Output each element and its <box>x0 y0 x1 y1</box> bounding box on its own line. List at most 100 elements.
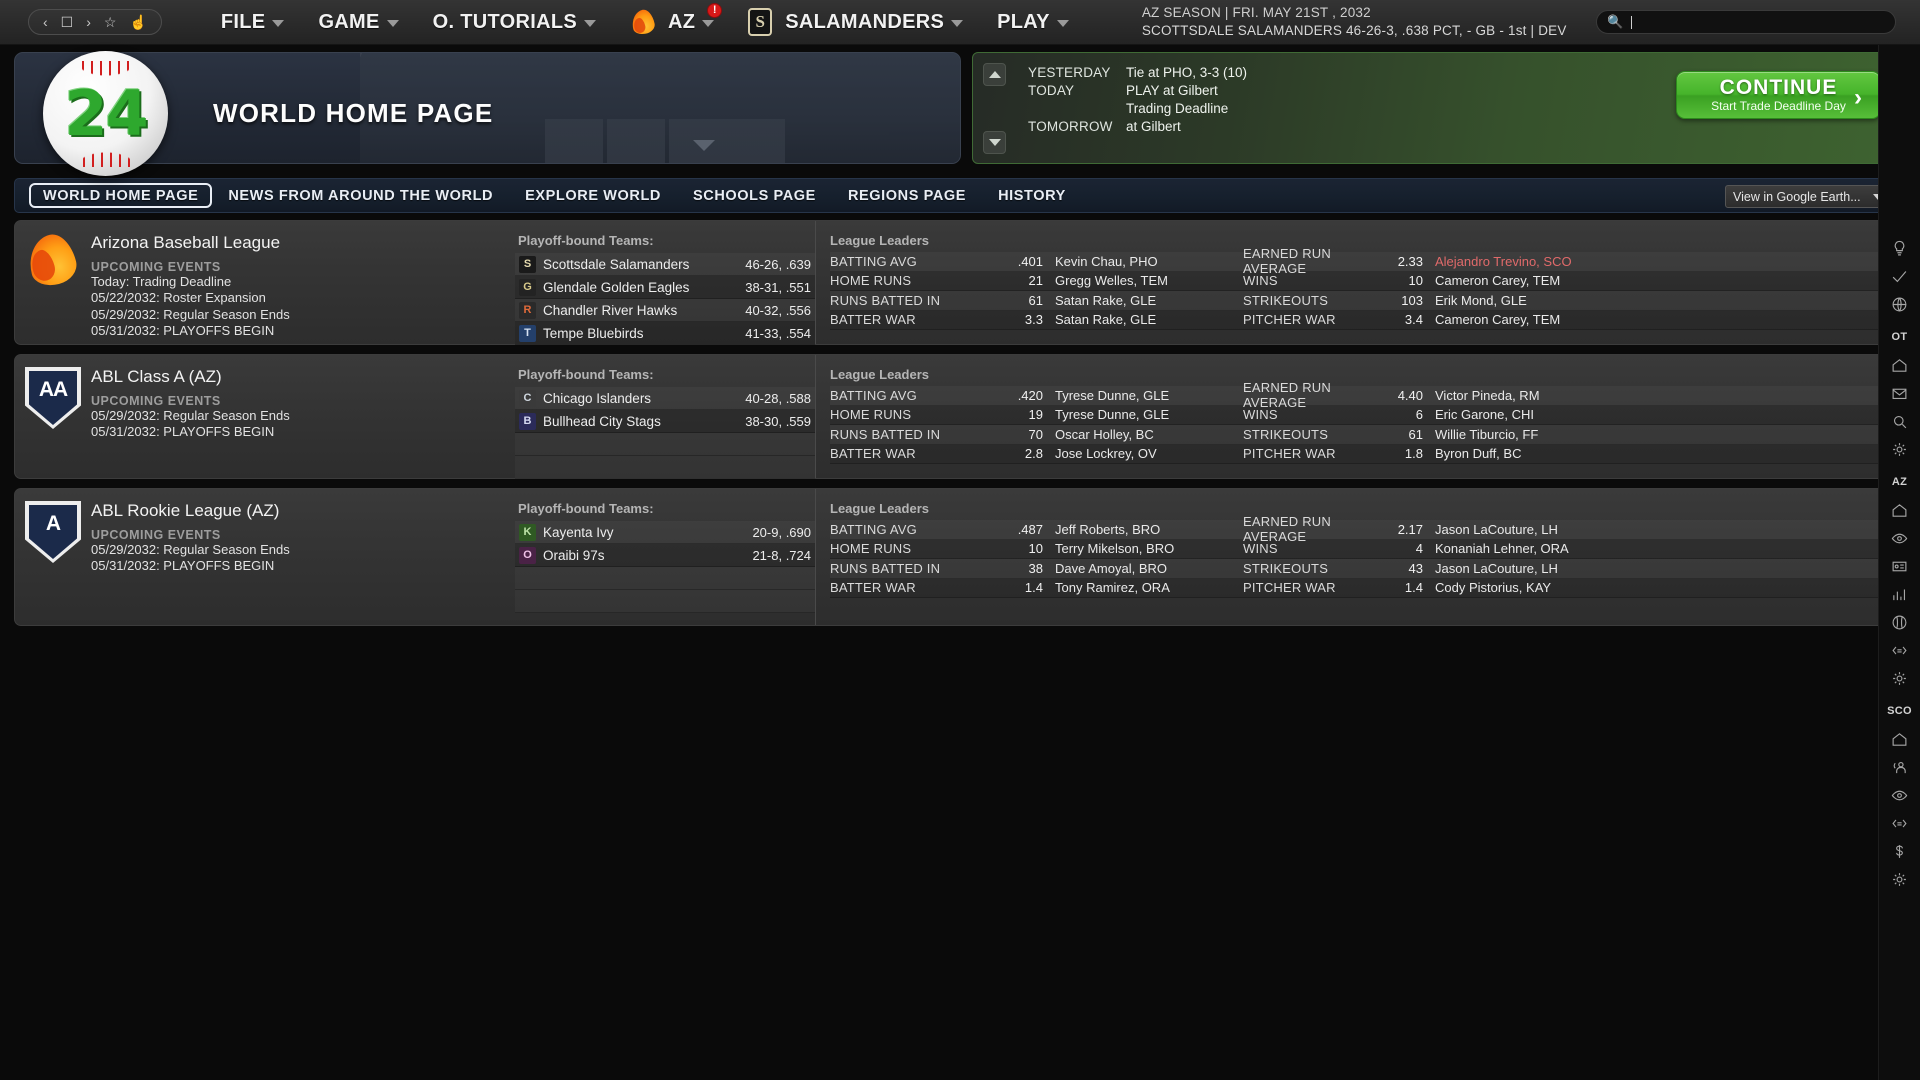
chart-icon[interactable] <box>1885 581 1915 607</box>
leader-player[interactable]: Tyrese Dunne, GLE <box>1043 407 1243 422</box>
continue-button[interactable]: CONTINUE Start Trade Deadline Day › <box>1676 71 1881 119</box>
table-row[interactable]: T Tempe Bluebirds 41-33, .554 <box>515 322 815 345</box>
table-row[interactable]: R Chandler River Hawks 40-32, .556 <box>515 299 815 322</box>
leader-player[interactable]: Jason LaCouture, LH <box>1423 522 1558 537</box>
menu-salamanders[interactable]: S SALAMANDERS <box>731 0 980 45</box>
menu-file[interactable]: FILE <box>204 0 302 45</box>
leader-player[interactable]: Cody Pistorius, KAY <box>1423 580 1551 595</box>
home-icon[interactable] <box>1885 497 1915 523</box>
table-row[interactable]: K Kayenta Ivy 20-9, .690 <box>515 521 815 544</box>
team-record: 46-26, .639 <box>745 256 811 272</box>
team-record: 21-8, .724 <box>752 547 811 563</box>
tab-world-home-page[interactable]: WORLD HOME PAGE <box>29 183 213 208</box>
home-icon[interactable] <box>1885 726 1915 752</box>
search-icon[interactable] <box>1885 408 1915 434</box>
leader-player[interactable]: Byron Duff, BC <box>1423 446 1521 461</box>
lightbulb-icon[interactable] <box>1885 235 1915 261</box>
table-row[interactable]: B Bullhead City Stags 38-30, .559 <box>515 410 815 433</box>
leader-player[interactable]: Oscar Holley, BC <box>1043 427 1243 442</box>
leader-player[interactable]: Tyrese Dunne, GLE <box>1043 388 1243 403</box>
shield-label: A <box>45 512 61 535</box>
forward-arrow-icon[interactable]: › <box>86 15 91 29</box>
leader-category: RUNS BATTED IN <box>830 560 941 576</box>
tab-regions-page[interactable]: REGIONS PAGE <box>832 184 982 208</box>
chevron-down-icon <box>1056 20 1069 27</box>
table-row: BATTER WAR 1.4 Tony Ramirez, ORA PITCHER… <box>830 578 1905 598</box>
menu-label: O. TUTORIALS <box>432 10 577 33</box>
table-row[interactable]: O Oraibi 97s 21-8, .724 <box>515 544 815 567</box>
leader-player[interactable]: Victor Pineda, RM <box>1423 388 1540 403</box>
league-event: 05/31/2032: PLAYOFFS BEGIN <box>91 323 275 339</box>
menu-az[interactable]: AZ ! <box>613 0 731 45</box>
team-record: 41-33, .554 <box>745 325 811 341</box>
tab-schools-page[interactable]: SCHOOLS PAGE <box>677 184 832 208</box>
dollar-icon[interactable] <box>1885 838 1915 864</box>
continue-label: CONTINUE <box>1719 76 1838 99</box>
leader-value: 103 <box>1401 292 1423 308</box>
leader-player[interactable]: Kevin Chau, PHO <box>1043 254 1243 269</box>
trade-icon[interactable] <box>1885 637 1915 663</box>
leader-player[interactable]: Cameron Carey, TEM <box>1423 273 1560 288</box>
sidebar-group-az[interactable]: AZ <box>1885 469 1915 495</box>
table-row[interactable]: S Scottsdale Salamanders 46-26, .639 <box>515 253 815 276</box>
eye-icon[interactable] <box>1885 782 1915 808</box>
leader-player[interactable]: Terry Mikelson, BRO <box>1043 541 1243 556</box>
globe-icon[interactable] <box>1885 291 1915 317</box>
leader-category: STRIKEOUTS <box>1243 426 1329 442</box>
gear-icon[interactable] <box>1885 866 1915 892</box>
leader-value: 1.4 <box>1404 580 1423 596</box>
leader-player[interactable]: Jeff Roberts, BRO <box>1043 522 1243 537</box>
scroll-up-button[interactable] <box>983 63 1006 86</box>
search-box[interactable]: 🔍 <box>1596 10 1896 34</box>
mail-icon[interactable] <box>1885 380 1915 406</box>
eye-icon[interactable] <box>1885 525 1915 551</box>
star-icon[interactable]: ☆ <box>104 15 117 29</box>
sidebar-group-ot[interactable]: OT <box>1885 324 1915 350</box>
leader-player[interactable]: Gregg Welles, TEM <box>1043 273 1243 288</box>
leader-player[interactable]: Erik Mond, GLE <box>1423 293 1527 308</box>
menu-play[interactable]: PLAY <box>980 0 1086 45</box>
menu-tutorials[interactable]: O. TUTORIALS <box>416 0 613 45</box>
home-icon[interactable] <box>1885 352 1915 378</box>
leader-category: HOME RUNS <box>830 541 912 557</box>
gear-icon[interactable] <box>1885 436 1915 462</box>
league-name[interactable]: ABL Rookie League (AZ) <box>91 501 515 521</box>
baseball-icon[interactable] <box>1885 609 1915 635</box>
team-record: 40-28, .588 <box>745 390 811 406</box>
roster-icon[interactable] <box>1885 754 1915 780</box>
page-icon[interactable]: ☐ <box>61 15 74 29</box>
tab-explore-world[interactable]: EXPLORE WORLD <box>509 184 677 208</box>
leader-player[interactable]: Satan Rake, GLE <box>1043 312 1243 327</box>
leader-player[interactable]: Jason LaCouture, LH <box>1423 561 1558 576</box>
home-icon[interactable]: ☝ <box>129 15 146 29</box>
leader-player[interactable]: Tony Ramirez, ORA <box>1043 580 1243 595</box>
gear-icon[interactable] <box>1885 665 1915 691</box>
leader-player[interactable]: Willie Tiburcio, FF <box>1423 427 1538 442</box>
leader-category: BATTER WAR <box>830 580 916 596</box>
scroll-down-button[interactable] <box>983 131 1006 154</box>
tab-news-from-around-the-world[interactable]: NEWS FROM AROUND THE WORLD <box>212 184 509 208</box>
table-row[interactable]: G Glendale Golden Eagles 38-31, .551 <box>515 276 815 299</box>
leader-player[interactable]: Konaniah Lehner, ORA <box>1423 541 1569 556</box>
league-name[interactable]: Arizona Baseball League <box>91 233 515 253</box>
card-icon[interactable] <box>1885 553 1915 579</box>
leader-player[interactable]: Cameron Carey, TEM <box>1423 312 1560 327</box>
leader-player[interactable]: Jose Lockrey, OV <box>1043 446 1243 461</box>
leader-player[interactable]: Satan Rake, GLE <box>1043 293 1243 308</box>
check-icon[interactable] <box>1885 263 1915 289</box>
leader-player[interactable]: Eric Garone, CHI <box>1423 407 1534 422</box>
leader-player[interactable]: Dave Amoyal, BRO <box>1043 561 1243 576</box>
continue-sublabel: Start Trade Deadline Day <box>1711 99 1846 113</box>
menu-label: FILE <box>220 10 266 33</box>
back-arrow-icon[interactable]: ‹ <box>43 15 48 29</box>
menu-game[interactable]: GAME <box>301 0 415 45</box>
trade-icon[interactable] <box>1885 810 1915 836</box>
sidebar-group-sco[interactable]: SCO <box>1885 698 1915 724</box>
view-in-google-earth-select[interactable]: View in Google Earth... <box>1725 185 1891 208</box>
league-name[interactable]: ABL Class A (AZ) <box>91 367 515 387</box>
table-row[interactable]: C Chicago Islanders 40-28, .588 <box>515 387 815 410</box>
tab-history[interactable]: HISTORY <box>982 184 1082 208</box>
leader-player[interactable]: Alejandro Trevino, SCO <box>1423 254 1572 269</box>
browser-nav-pill[interactable]: ‹ ☐ › ☆ ☝ <box>28 9 162 35</box>
table-row: HOME RUNS 10 Terry Mikelson, BRO WINS 4 … <box>830 539 1905 559</box>
